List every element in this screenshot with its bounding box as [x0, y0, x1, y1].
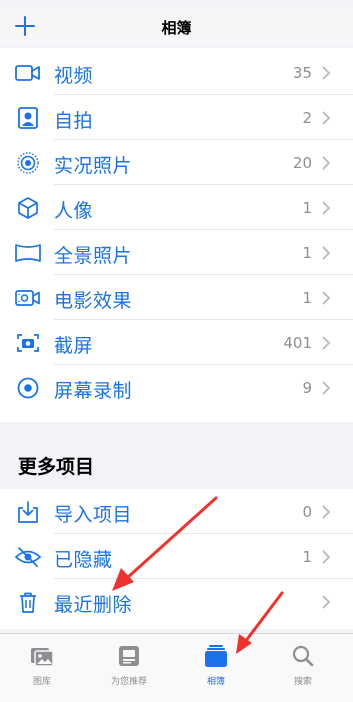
list-item-count: 401	[283, 334, 312, 352]
chevron-right-icon	[322, 336, 331, 350]
panorama-icon	[14, 241, 42, 265]
import-icon	[14, 500, 42, 524]
list-item-label: 视频	[54, 65, 94, 87]
tab-label: 搜索	[293, 677, 312, 687]
library-icon	[31, 648, 54, 667]
albums-icon	[205, 645, 227, 667]
chevron-right-icon	[322, 550, 331, 564]
chevron-right-icon	[322, 66, 331, 80]
tab-label: 相簿	[206, 677, 225, 687]
screen-record-icon	[14, 376, 42, 400]
list-item-label: 实况照片	[54, 155, 133, 177]
list-item-recently-deleted[interactable]: 最近删除	[0, 579, 353, 624]
list-item-screenshots[interactable]: 截屏 401	[0, 320, 353, 365]
hidden-eye-icon	[14, 545, 42, 569]
list-item-label: 电影效果	[54, 290, 133, 312]
list-item-count: 1	[302, 289, 312, 307]
for-you-icon	[119, 646, 139, 666]
tab-label: 为您推荐	[110, 677, 147, 687]
list-item-imports[interactable]: 导入项目 0	[0, 489, 353, 534]
chevron-right-icon	[322, 201, 331, 215]
page-title: 相簿	[161, 19, 192, 37]
tab-albums[interactable]: 相簿	[176, 644, 256, 694]
chevron-right-icon	[322, 156, 331, 170]
list-item-selfie[interactable]: 自拍 2	[0, 95, 353, 140]
list-item-label: 屏幕录制	[54, 380, 133, 402]
cinematic-icon	[14, 286, 42, 310]
list-item-cinematic[interactable]: 电影效果 1	[0, 275, 353, 320]
list-item-label: 自拍	[54, 110, 94, 132]
tab-for-you[interactable]: 为您推荐	[89, 644, 169, 694]
list-item-count: 2	[302, 109, 312, 127]
chevron-right-icon	[322, 381, 331, 395]
trash-icon	[14, 590, 42, 614]
selfie-portrait-icon	[14, 106, 42, 130]
list-item-count: 1	[302, 244, 312, 262]
list-item-screen-recordings[interactable]: 屏幕录制 9	[0, 365, 353, 410]
list-item-count: 1	[302, 548, 312, 566]
list-item-live-photo[interactable]: 实况照片 20	[0, 140, 353, 185]
list-item-count: 1	[302, 199, 312, 217]
list-item-count: 0	[302, 503, 312, 521]
list-item-count: 35	[292, 64, 312, 82]
tab-bar: 图库 为您推荐 相簿 搜索	[0, 633, 353, 702]
chevron-right-icon	[322, 291, 331, 305]
list-item-label: 全景照片	[54, 245, 133, 267]
list-item-label: 最近删除	[54, 594, 133, 616]
list-item-portrait[interactable]: 人像 1	[0, 185, 353, 230]
chevron-right-icon	[322, 111, 331, 125]
media-types-list: 视频 35 自拍 2 实况照片 20 人像 1 全景照片 1 电影效果 1 截屏…	[0, 48, 353, 422]
more-items-list: 导入项目 0 已隐藏 1 最近删除	[0, 489, 353, 629]
list-item-count: 9	[302, 379, 312, 397]
screenshot-icon	[14, 331, 42, 355]
status-strip	[0, 0, 353, 8]
tab-label: 图库	[32, 677, 51, 687]
list-item-hidden[interactable]: 已隐藏 1	[0, 534, 353, 579]
list-item-label: 截屏	[54, 335, 94, 357]
list-item-label: 人像	[54, 200, 94, 222]
section-title-more-items: 更多项目	[18, 456, 95, 478]
tab-library[interactable]: 图库	[2, 644, 82, 694]
chevron-right-icon	[322, 505, 331, 519]
list-item-video[interactable]: 视频 35	[0, 50, 353, 95]
chevron-right-icon	[322, 246, 331, 260]
list-item-count: 20	[292, 154, 312, 172]
cube-portrait-icon	[14, 196, 42, 220]
list-item-panorama[interactable]: 全景照片 1	[0, 230, 353, 275]
list-item-label: 已隐藏	[54, 549, 113, 571]
search-icon	[292, 645, 314, 667]
live-photo-icon	[14, 151, 42, 175]
list-item-label: 导入项目	[54, 504, 133, 526]
chevron-right-icon	[322, 595, 331, 609]
tab-search[interactable]: 搜索	[263, 644, 343, 694]
navigation-bar: 相簿	[0, 8, 353, 46]
video-icon	[14, 61, 42, 85]
